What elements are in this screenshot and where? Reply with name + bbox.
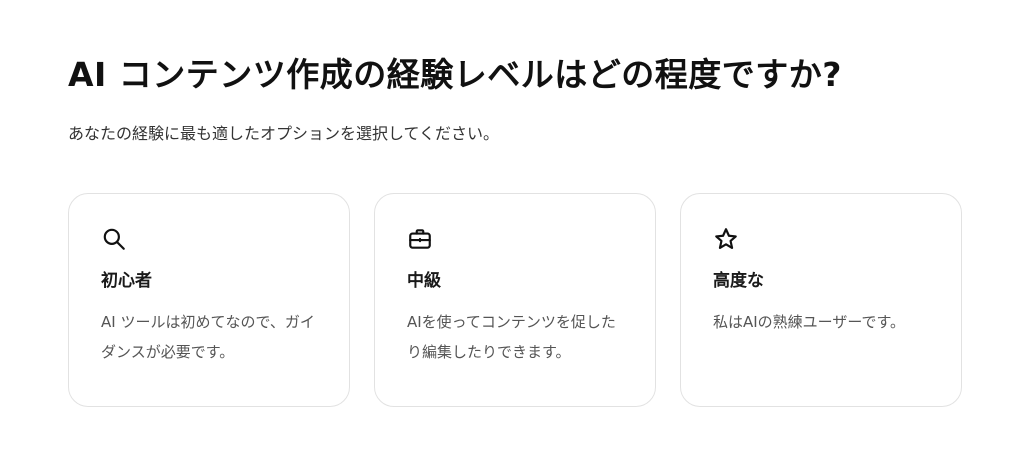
option-title: 高度な — [713, 271, 764, 291]
option-card-advanced[interactable]: 高度な 私はAIの熟練ユーザーです。 — [680, 193, 962, 407]
option-title: 初心者 — [101, 271, 152, 291]
option-card-intermediate[interactable]: 中級 AIを使ってコンテンツを促したり編集したりできます。 — [374, 193, 656, 407]
page-title: AI コンテンツ作成の経験レベルはどの程度ですか? — [68, 55, 842, 94]
experience-options: 初心者 AI ツールは初めてなので、ガイダンスが必要です。 中級 AIを使ってコ… — [68, 193, 962, 407]
option-description: AIを使ってコンテンツを促したり編集したりできます。 — [407, 313, 616, 361]
search-icon — [101, 226, 127, 252]
briefcase-icon — [407, 226, 433, 252]
option-description: AI ツールは初めてなので、ガイダンスが必要です。 — [101, 313, 315, 361]
option-description: 私はAIの熟練ユーザーです。 — [713, 313, 905, 331]
page-subtitle: あなたの経験に最も適したオプションを選択してください。 — [68, 124, 500, 143]
star-icon — [713, 226, 739, 252]
option-title: 中級 — [407, 271, 441, 291]
option-card-beginner[interactable]: 初心者 AI ツールは初めてなので、ガイダンスが必要です。 — [68, 193, 350, 407]
